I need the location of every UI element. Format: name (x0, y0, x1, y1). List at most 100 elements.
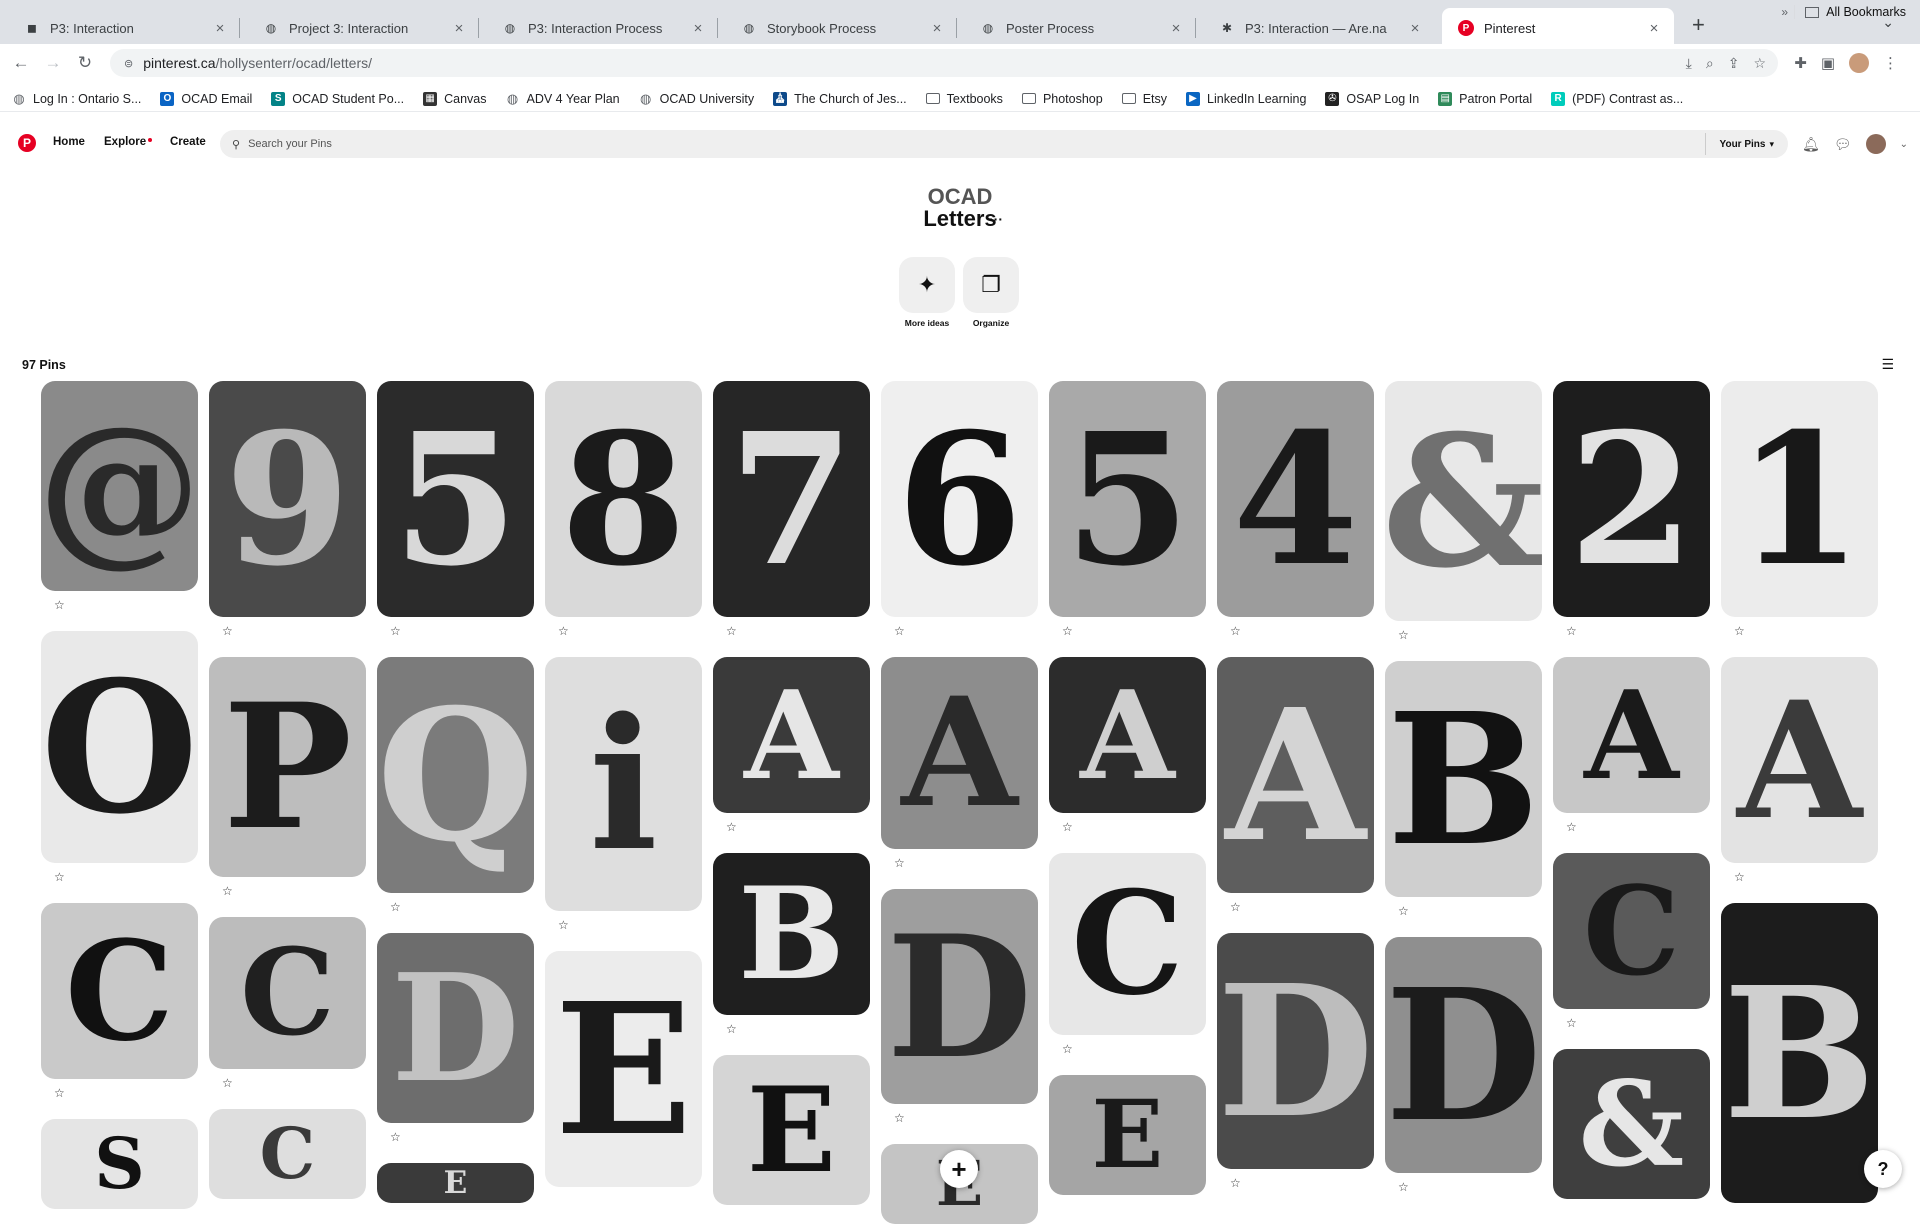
bookmark-item[interactable]: R (PDF) Contrast as... (1551, 91, 1683, 106)
nav-home[interactable]: Home (53, 136, 85, 148)
tab-5[interactable]: ✱ P3: Interaction — Are.na × (1203, 8, 1435, 48)
pin-card[interactable]: B (1721, 903, 1878, 1203)
pin-card[interactable]: 5 (377, 381, 534, 617)
pin-card[interactable]: C (1049, 853, 1206, 1035)
nav-explore[interactable]: Explore (104, 136, 153, 148)
close-tab-icon[interactable]: × (1168, 20, 1184, 37)
bookmark-item[interactable]: Photoshop (1021, 92, 1103, 106)
tab-2[interactable]: ◍ P3: Interaction Process × (486, 8, 718, 48)
pin-favorite-star-icon[interactable]: ☆ (1566, 625, 1577, 637)
bookmark-star-icon[interactable]: ☆ (1753, 55, 1766, 72)
close-tab-icon[interactable]: × (1646, 20, 1662, 37)
pin-card[interactable]: 4 (1217, 381, 1374, 617)
pin-favorite-star-icon[interactable]: ☆ (1062, 821, 1073, 833)
bookmark-item[interactable]: ◍ Log In : Ontario S... (12, 91, 141, 106)
pin-favorite-star-icon[interactable]: ☆ (1734, 871, 1745, 883)
pin-favorite-star-icon[interactable]: ☆ (222, 625, 233, 637)
pin-favorite-star-icon[interactable]: ☆ (1062, 625, 1073, 637)
bookmark-item[interactable]: ◍ OCAD University (639, 91, 754, 106)
pin-card[interactable]: A (1217, 657, 1374, 893)
forward-icon[interactable]: → (40, 50, 66, 76)
pin-favorite-star-icon[interactable]: ☆ (558, 625, 569, 637)
pin-card[interactable]: 7 (713, 381, 870, 617)
pin-favorite-star-icon[interactable]: ☆ (1398, 629, 1409, 641)
pin-card[interactable]: & (1553, 1049, 1710, 1199)
pin-card[interactable]: B (1385, 661, 1542, 897)
more-ideas-button[interactable]: ✦ (899, 257, 955, 313)
pin-card[interactable]: A (1721, 657, 1878, 863)
pin-favorite-star-icon[interactable]: ☆ (726, 821, 737, 833)
pin-favorite-star-icon[interactable]: ☆ (390, 901, 401, 913)
account-chevron-icon[interactable]: ⌄ (1900, 139, 1908, 150)
pin-favorite-star-icon[interactable]: ☆ (1230, 1177, 1241, 1189)
pinterest-logo-icon[interactable]: P (18, 134, 36, 152)
pin-favorite-star-icon[interactable]: ☆ (1734, 625, 1745, 637)
pin-favorite-star-icon[interactable]: ☆ (222, 1077, 233, 1089)
pin-card[interactable]: 8 (545, 381, 702, 617)
bookmark-item[interactable]: ✇ OSAP Log In (1325, 91, 1419, 106)
pin-favorite-star-icon[interactable]: ☆ (1566, 1017, 1577, 1029)
tab-1[interactable]: ◍ Project 3: Interaction × (247, 8, 479, 48)
bookmark-item[interactable]: ▶ LinkedIn Learning (1186, 91, 1306, 106)
back-icon[interactable]: ← (8, 50, 34, 76)
bookmark-item[interactable]: Textbooks (925, 92, 1003, 106)
bookmarks-overflow-icon[interactable]: » (1781, 5, 1788, 19)
pin-card[interactable]: A (881, 657, 1038, 849)
pin-card[interactable]: C (209, 917, 366, 1069)
tab-3[interactable]: ◍ Storybook Process × (725, 8, 957, 48)
bookmark-item[interactable]: ⛪︎ The Church of Jes... (773, 91, 907, 106)
search-bar[interactable]: ⚲ Search your Pins Your Pins ▾ (220, 130, 1788, 158)
all-bookmarks-button[interactable]: All Bookmarks (1794, 5, 1906, 19)
reload-icon[interactable]: ↻ (72, 50, 98, 76)
pin-card[interactable]: 9 (209, 381, 366, 617)
pin-favorite-star-icon[interactable]: ☆ (54, 599, 65, 611)
pin-card[interactable]: P (209, 657, 366, 877)
side-panel-icon[interactable]: ▣ (1821, 54, 1835, 72)
pin-card[interactable]: E (545, 951, 702, 1187)
pin-favorite-star-icon[interactable]: ☆ (390, 1131, 401, 1143)
pin-card[interactable]: D (377, 933, 534, 1123)
pin-favorite-star-icon[interactable]: ☆ (558, 919, 569, 931)
close-tab-icon[interactable]: × (1407, 20, 1423, 37)
filter-icon[interactable]: ☰ (1881, 356, 1894, 373)
extensions-icon[interactable]: ✚ (1794, 54, 1807, 72)
nav-create[interactable]: Create (170, 136, 206, 148)
pin-favorite-star-icon[interactable]: ☆ (54, 1087, 65, 1099)
pin-card[interactable]: C (41, 903, 198, 1079)
tab-6[interactable]: P Pinterest × (1442, 8, 1674, 48)
pin-card[interactable]: E (377, 1163, 534, 1203)
pin-favorite-star-icon[interactable]: ☆ (726, 1023, 737, 1035)
pin-favorite-star-icon[interactable]: ☆ (54, 871, 65, 883)
bookmark-item[interactable]: ▦ Canvas (423, 91, 487, 106)
pin-card[interactable]: 1 (1721, 381, 1878, 617)
user-avatar[interactable] (1865, 134, 1886, 154)
pin-card[interactable]: A (1049, 657, 1206, 813)
help-button[interactable]: ? (1864, 1150, 1902, 1188)
pin-card[interactable]: E (713, 1055, 870, 1205)
close-tab-icon[interactable]: × (451, 20, 467, 37)
zoom-icon[interactable]: ⌕ (1706, 55, 1714, 72)
pin-card[interactable]: 5 (1049, 381, 1206, 617)
pin-card[interactable]: E (1049, 1075, 1206, 1195)
pin-favorite-star-icon[interactable]: ☆ (1230, 625, 1241, 637)
pin-favorite-star-icon[interactable]: ☆ (1398, 1181, 1409, 1193)
organize-button[interactable]: ❐ (963, 257, 1019, 313)
board-options-icon[interactable]: ··· (989, 211, 1003, 227)
pin-favorite-star-icon[interactable]: ☆ (894, 625, 905, 637)
pin-card[interactable]: C (209, 1109, 366, 1199)
pin-card[interactable]: A (713, 657, 870, 813)
bookmark-item[interactable]: ◍ ADV 4 Year Plan (506, 91, 620, 106)
new-tab-button[interactable]: + (1692, 14, 1705, 36)
pin-favorite-star-icon[interactable]: ☆ (222, 885, 233, 897)
notifications-bell-icon[interactable]: 🔔︎ (1802, 136, 1820, 153)
pin-card[interactable]: B (713, 853, 870, 1015)
add-pin-button[interactable]: + (940, 1150, 978, 1188)
menu-icon[interactable]: ⋮ (1883, 54, 1898, 72)
pin-card[interactable]: O (41, 631, 198, 863)
close-tab-icon[interactable]: × (212, 20, 228, 37)
site-info-icon[interactable]: ⊜ (124, 57, 133, 70)
share-icon[interactable]: ⇪ (1728, 55, 1740, 72)
pin-card[interactable]: 2 (1553, 381, 1710, 617)
pin-card[interactable]: Q (377, 657, 534, 893)
pin-favorite-star-icon[interactable]: ☆ (1230, 901, 1241, 913)
